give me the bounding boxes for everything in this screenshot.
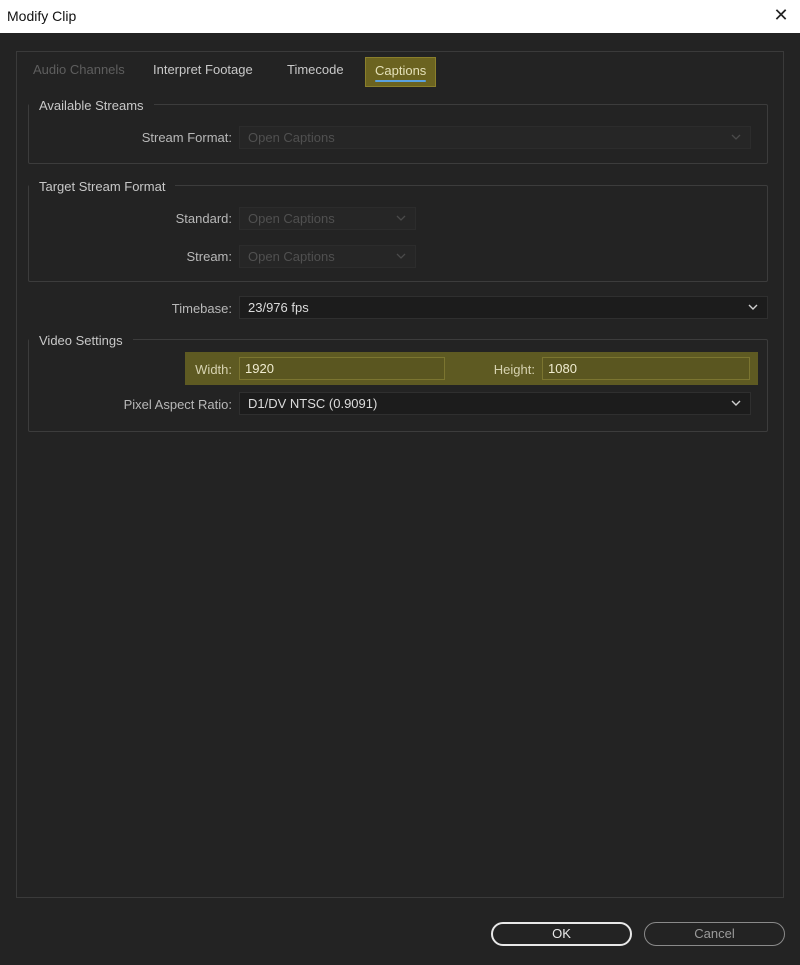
stream-format-value: Open Captions (248, 130, 335, 145)
video-settings-legend: Video Settings (29, 333, 133, 348)
stream-format-label: Stream Format: (141, 130, 232, 145)
height-label: Height: (493, 362, 535, 377)
stream-label: Stream: (186, 249, 232, 264)
tab-timecode[interactable]: Timecode (278, 57, 353, 87)
ok-button[interactable]: OK (491, 922, 632, 946)
stream-value: Open Captions (248, 249, 335, 264)
timebase-value: 23/976 fps (248, 300, 309, 315)
title-bar: Modify Clip ✕ (0, 0, 800, 33)
width-label: Width: (195, 362, 232, 377)
tab-label: Audio Channels (33, 62, 125, 77)
chevron-down-icon (396, 215, 406, 221)
timebase-select[interactable]: 23/976 fps (239, 296, 768, 319)
height-value: 1080 (548, 361, 577, 376)
chevron-down-icon (731, 400, 741, 406)
width-value: 1920 (245, 361, 274, 376)
tab-interpret-footage[interactable]: Interpret Footage (144, 57, 262, 87)
standard-value: Open Captions (248, 211, 335, 226)
window-title: Modify Clip (7, 8, 77, 24)
pixel-aspect-ratio-select[interactable]: D1/DV NTSC (0.9091) (239, 392, 751, 415)
chevron-down-icon (396, 253, 406, 259)
tab-captions[interactable]: Captions (365, 57, 437, 87)
tab-audio-channels: Audio Channels (24, 57, 134, 87)
timebase-label: Timebase: (171, 301, 232, 316)
pixel-aspect-ratio-value: D1/DV NTSC (0.9091) (248, 396, 378, 411)
tab-label: Interpret Footage (153, 62, 253, 77)
chevron-down-icon (748, 304, 758, 310)
width-input[interactable]: 1920 (239, 357, 445, 380)
close-icon[interactable]: ✕ (772, 6, 790, 24)
pixel-aspect-ratio-label: Pixel Aspect Ratio: (123, 397, 232, 412)
tab-label: Timecode (287, 62, 344, 77)
stream-format-select: Open Captions (239, 126, 751, 149)
height-input[interactable]: 1080 (542, 357, 750, 380)
available-streams-legend: Available Streams (29, 98, 154, 113)
standard-select: Open Captions (239, 207, 416, 230)
chevron-down-icon (731, 134, 741, 140)
target-stream-format-legend: Target Stream Format (29, 179, 176, 194)
tab-selected-underline (375, 80, 427, 82)
standard-label: Standard: (175, 211, 232, 226)
cancel-button[interactable]: Cancel (644, 922, 785, 946)
tab-label: Captions (375, 63, 427, 78)
stream-select: Open Captions (239, 245, 416, 268)
